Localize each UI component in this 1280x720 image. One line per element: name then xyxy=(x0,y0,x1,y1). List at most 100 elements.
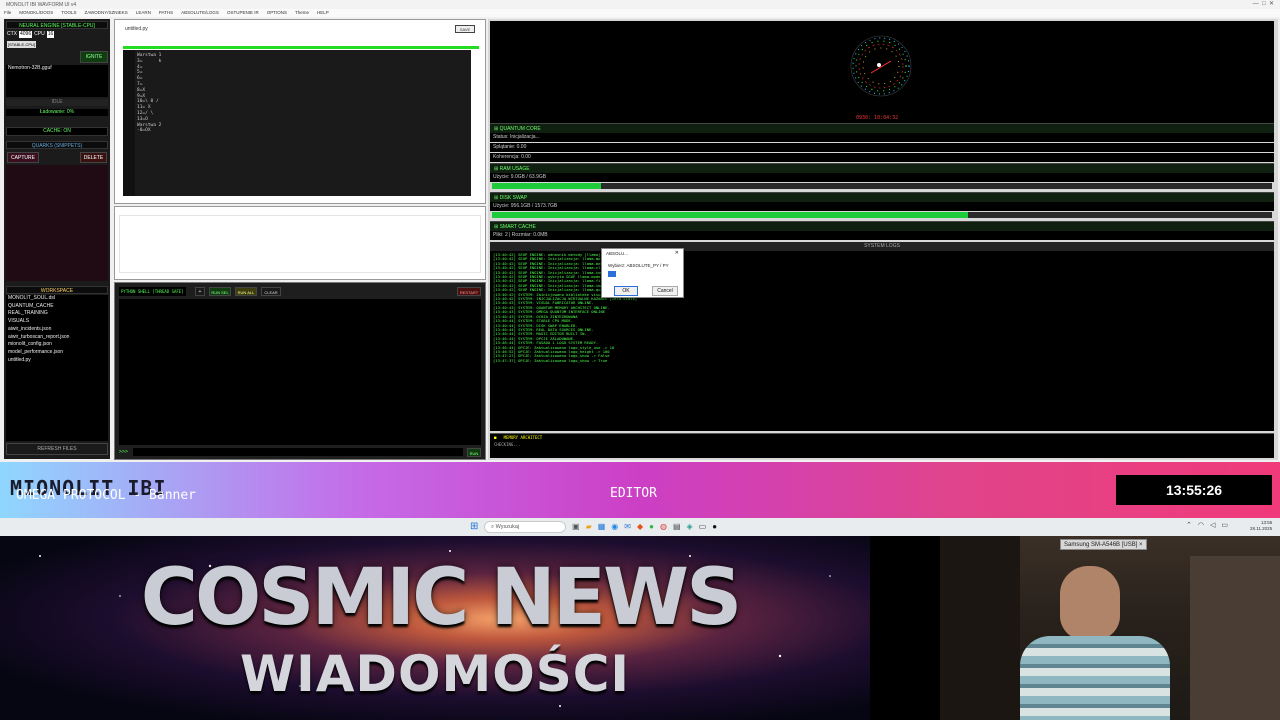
code-area[interactable]: Warstwa 1 3= k 4= 5= 6= 7= 8=X 9=X 10=\ … xyxy=(123,50,471,196)
run-sel-button[interactable]: RUN SEL xyxy=(209,287,231,296)
app-icon[interactable]: ▤ xyxy=(673,522,681,532)
quantum-orbit-visual xyxy=(850,35,912,97)
window-title: MONOLIT IBI WAVFORM UI v4 xyxy=(6,2,77,8)
expand-icon[interactable]: ⊞ xyxy=(494,195,498,201)
menubar: File MONOKL/DOOS TOOLS ZAWODNY/SZNIEKS L… xyxy=(0,9,1280,17)
quantum-coherence: Koherencja: 0.00 xyxy=(490,153,1274,162)
cpu-input[interactable]: 16 xyxy=(46,31,55,38)
run-button[interactable]: RUN xyxy=(467,448,481,457)
file-item[interactable]: untitled.py xyxy=(6,357,108,365)
menu-help[interactable]: HELP xyxy=(317,10,329,16)
disk-bar-fill xyxy=(492,212,968,218)
refresh-files-button[interactable]: REFRESH FILES xyxy=(6,443,108,455)
file-item[interactable]: QUANTUM_CACHE xyxy=(6,303,108,311)
python-icon[interactable]: ◈ xyxy=(687,522,693,532)
obs-icon[interactable]: ● xyxy=(712,522,717,532)
ctx-input[interactable]: 4096 xyxy=(19,31,33,38)
menu-paths[interactable]: PATHS xyxy=(159,10,173,16)
chrome-icon[interactable]: ◍ xyxy=(660,522,667,532)
dialog-prompt: Wybierz: ABSOLUTE_PY / PY xyxy=(608,263,669,268)
memory-architect-title: ■ MEMORY ARCHITECT xyxy=(494,435,543,440)
dialog-close-icon[interactable]: ✕ xyxy=(675,249,679,258)
new-shell-button[interactable]: + xyxy=(195,287,205,296)
menu-options[interactable]: OPTIONS xyxy=(267,10,287,16)
run-all-button[interactable]: RUN ALL xyxy=(235,287,257,296)
menu-zawodny[interactable]: ZAWODNY/SZNIEKS xyxy=(84,10,127,16)
banner-subtitle: OMEGA PROTOCOL - Banner xyxy=(16,488,197,503)
visualizer-clock: 0930: 10:04:32 xyxy=(856,115,899,121)
line-gutter xyxy=(123,50,135,196)
snippets-list[interactable] xyxy=(6,165,108,281)
taskbar-apps: ▣ ▰ ▦ ◉ ✉ ◆ ● ◍ ▤ ◈ ▭ ● xyxy=(572,522,717,532)
save-button[interactable]: SAVE xyxy=(455,25,475,33)
model-list[interactable]: Nemotron-32B.gguf xyxy=(6,65,108,97)
window-controls[interactable]: — □ ✕ xyxy=(1253,0,1274,7)
ignite-button[interactable]: IGNITE xyxy=(80,51,108,63)
file-item[interactable]: MONOLIT_SOUL.dsl xyxy=(6,295,108,303)
model-item[interactable]: Nemotron-32B.gguf xyxy=(6,65,108,73)
brave-icon[interactable]: ◆ xyxy=(637,522,643,532)
menu-absolute[interactable]: ABSOLUTE/LOGS xyxy=(181,10,219,16)
expand-icon[interactable]: ⊞ xyxy=(494,166,498,172)
dialog-ok-button[interactable]: OK xyxy=(614,286,638,296)
chevron-up-icon[interactable]: ⌃ xyxy=(1186,521,1192,529)
file-item[interactable]: aiwir_turboscan_report.json xyxy=(6,334,108,342)
monitor-panel: 0930: 10:04:32 ⊞ QUANTUM CORE Status: In… xyxy=(488,19,1278,460)
cache-status: CACHE: ON xyxy=(6,127,108,136)
menu-tools[interactable]: TOOLS xyxy=(61,10,76,16)
clear-button[interactable]: CLEAR xyxy=(261,287,281,296)
search-placeholder: Wyszukaj xyxy=(495,524,520,530)
output-area[interactable] xyxy=(119,215,481,273)
memory-architect-label: MEMORY ARCHITECT xyxy=(503,435,543,440)
file-item[interactable]: VISUALS xyxy=(6,318,108,326)
engine-params: CTX 4096 CPU 16 xyxy=(7,31,55,38)
quantum-status: Status: Inicjalizacja... xyxy=(490,133,1274,142)
menu-file[interactable]: File xyxy=(4,10,11,16)
disk-usage-text: Użycie: 956.1GB / 1573.7GB xyxy=(490,202,1274,211)
file-item[interactable]: REAL_TRAINING xyxy=(6,310,108,318)
expand-icon[interactable]: ⊞ xyxy=(494,126,498,132)
network-icon[interactable]: ◠ xyxy=(1198,521,1204,529)
taskbar-search[interactable]: ⌕ Wyszukaj xyxy=(484,521,566,533)
stable-badge: [STABLE-CPU] xyxy=(7,41,37,48)
file-explorer-icon[interactable]: ▰ xyxy=(586,522,592,532)
shell-panel: PYTHON SHELL [THREAD SAFE] + RUN SEL RUN… xyxy=(114,282,486,460)
shell-input[interactable] xyxy=(133,448,463,456)
file-item[interactable]: mionolit_config.json xyxy=(6,341,108,349)
expand-icon[interactable]: ⊞ xyxy=(494,224,498,230)
mail-icon[interactable]: ✉ xyxy=(624,522,631,532)
tray-clock[interactable]: 13:55 28.11.2025 xyxy=(1250,520,1272,532)
banner-mode: EDITOR xyxy=(610,486,657,501)
store-icon[interactable]: ▦ xyxy=(598,522,606,532)
restart-button[interactable]: RESTART xyxy=(457,287,481,296)
chat-icon[interactable]: ● xyxy=(649,522,654,532)
smart-cache-text: Pliki: 2 | Rozmiar: 0.0MB xyxy=(490,231,1274,240)
menu-learn[interactable]: LEARN xyxy=(136,10,151,16)
file-item[interactable]: model_performance.json xyxy=(6,349,108,357)
capture-button[interactable]: CAPTURE xyxy=(7,152,39,163)
dialog-input[interactable] xyxy=(608,271,616,277)
volume-icon[interactable]: ◁ xyxy=(1210,521,1215,529)
battery-icon[interactable]: ▭ xyxy=(1221,521,1228,529)
webcam-person-head xyxy=(1060,566,1120,640)
dialog-cancel-button[interactable]: Cancel xyxy=(652,286,678,296)
windows-start-icon[interactable]: ⊞ xyxy=(470,521,478,533)
webcam-panel: Samsung SM-A546B [USB] × xyxy=(940,536,1280,720)
delete-button[interactable]: DELETE xyxy=(80,152,107,163)
task-view-icon[interactable]: ▣ xyxy=(572,522,580,532)
shell-prompt: >>> xyxy=(119,449,129,455)
shell-output[interactable] xyxy=(119,299,481,445)
ctx-label: CTX xyxy=(7,31,17,37)
log-line: [13:47:37] OPCJE: Zaktualizowano logo_sh… xyxy=(493,357,608,363)
workspace-files: MONOLIT_SOUL.dsl QUANTUM_CACHE REAL_TRAI… xyxy=(6,295,108,441)
menu-ostupenie[interactable]: OSTUPENIE IR xyxy=(227,10,259,16)
terminal-icon[interactable]: ▭ xyxy=(699,522,707,532)
code-text[interactable]: Warstwa 1 3= k 4= 5= 6= 7= 8=X 9=X 10=\ … xyxy=(137,53,161,134)
webcam-close-icon[interactable]: × xyxy=(1139,542,1143,548)
file-item[interactable]: aiwir_incidents.json xyxy=(6,326,108,334)
code-line: 3= k xyxy=(137,58,162,64)
menu-monokl[interactable]: MONOKL/DOOS xyxy=(19,10,53,16)
edge-icon[interactable]: ◉ xyxy=(611,522,618,532)
menu-theme[interactable]: Theme xyxy=(295,10,309,16)
ram-title: RAM USAGE xyxy=(499,166,530,172)
